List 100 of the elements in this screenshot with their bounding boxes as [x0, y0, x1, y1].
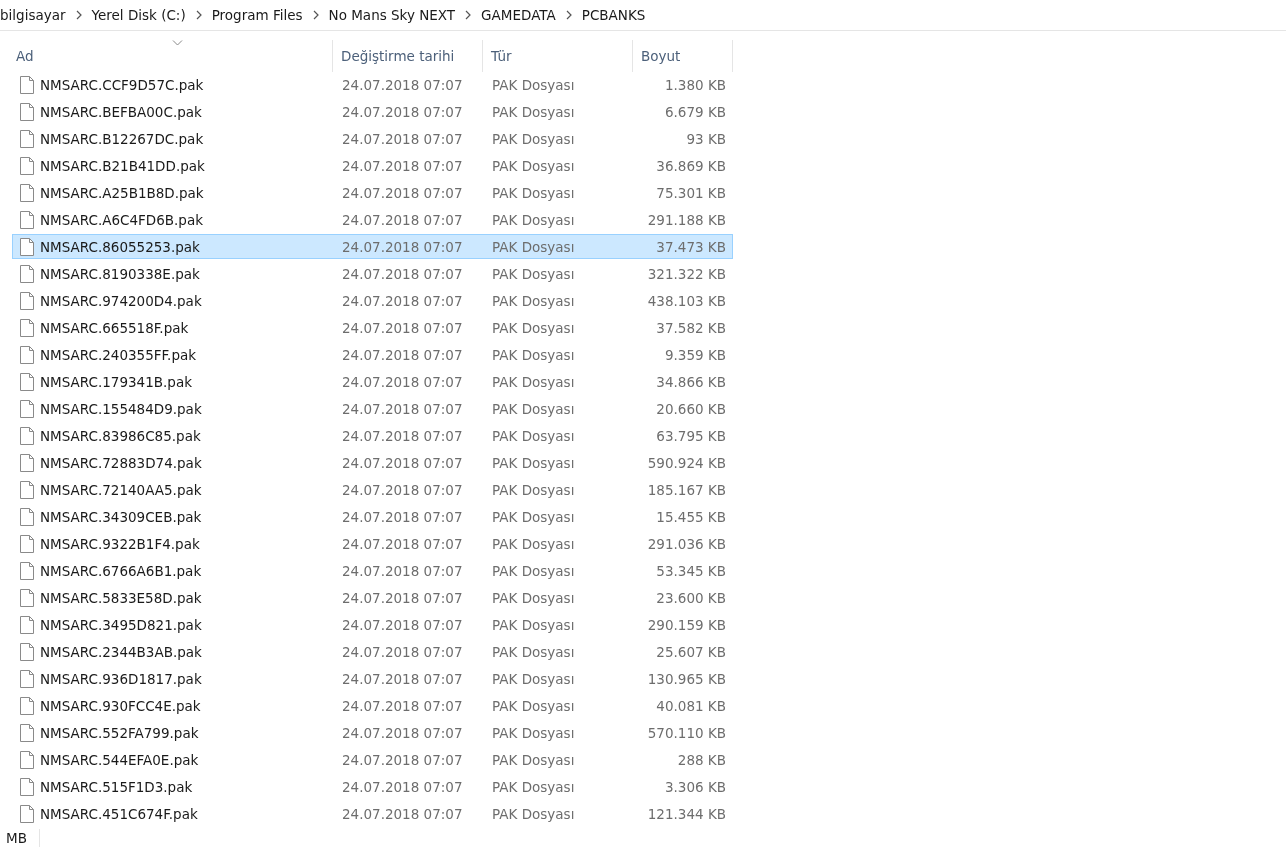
file-name: NMSARC.665518F.pak [40, 319, 189, 336]
file-size: 3.306 KB [663, 778, 727, 795]
file-row[interactable]: NMSARC.451C674F.pak 24.07.2018 07:07 PAK Dosyası 121.344 KB [12, 801, 733, 826]
column-header[interactable]: Değiştirme tarihi [333, 40, 483, 72]
file-name: NMSARC.552FA799.pak [40, 724, 199, 741]
status-size: MB [0, 829, 40, 847]
file-type: PAK Dosyası [491, 589, 576, 606]
column-header[interactable]: Tür [483, 40, 633, 72]
file-row[interactable]: NMSARC.974200D4.pak 24.07.2018 07:07 PAK Dosyası 438.103 KB [12, 288, 733, 313]
file-name: NMSARC.2344B3AB.pak [40, 643, 202, 660]
file-row[interactable]: NMSARC.240355FF.pak 24.07.2018 07:07 PAK Dosyası 9.359 KB [12, 342, 733, 367]
file-size: 36.869 KB [655, 157, 727, 174]
modified-date: 24.07.2018 07:07 [341, 157, 464, 174]
file-type: PAK Dosyası [491, 643, 576, 660]
file-name: NMSARC.A25B1B8D.pak [40, 184, 204, 201]
file-icon [20, 750, 34, 769]
file-size: 25.607 KB [655, 643, 727, 660]
file-row[interactable]: NMSARC.515F1D3.pak 24.07.2018 07:07 PAK Dosyası 3.306 KB [12, 774, 733, 799]
modified-date: 24.07.2018 07:07 [341, 427, 464, 444]
file-row[interactable]: NMSARC.155484D9.pak 24.07.2018 07:07 PAK Dosyası 20.660 KB [12, 396, 733, 421]
file-size: 290.159 KB [646, 616, 727, 633]
file-row[interactable]: NMSARC.2344B3AB.pak 24.07.2018 07:07 PAK Dosyası 25.607 KB [12, 639, 733, 664]
file-icon [20, 507, 34, 526]
file-icon [20, 129, 34, 148]
file-row[interactable]: NMSARC.72883D74.pak 24.07.2018 07:07 PAK Dosyası 590.924 KB [12, 450, 733, 475]
modified-date: 24.07.2018 07:07 [341, 454, 464, 471]
file-row[interactable]: NMSARC.179341B.pak 24.07.2018 07:07 PAK Dosyası 34.866 KB [12, 369, 733, 394]
column-header[interactable]: Ad [12, 40, 333, 72]
file-row[interactable]: NMSARC.B21B41DD.pak 24.07.2018 07:07 PAK Dosyası 36.869 KB [12, 153, 733, 178]
file-name: NMSARC.544EFA0E.pak [40, 751, 199, 768]
file-row[interactable]: NMSARC.A25B1B8D.pak 24.07.2018 07:07 PAK Dosyası 75.301 KB [12, 180, 733, 205]
file-type: PAK Dosyası [491, 76, 576, 93]
file-row[interactable]: NMSARC.34309CEB.pak 24.07.2018 07:07 PAK Dosyası 15.455 KB [12, 504, 733, 529]
column-header[interactable]: Boyut [633, 40, 733, 72]
file-type: PAK Dosyası [491, 454, 576, 471]
file-row[interactable]: NMSARC.9322B1F4.pak 24.07.2018 07:07 PAK Dosyası 291.036 KB [12, 531, 733, 556]
file-row[interactable]: NMSARC.936D1817.pak 24.07.2018 07:07 PAK Dosyası 130.965 KB [12, 666, 733, 691]
modified-date: 24.07.2018 07:07 [341, 346, 464, 363]
file-name: NMSARC.72140AA5.pak [40, 481, 202, 498]
file-type: PAK Dosyası [491, 508, 576, 525]
breadcrumb-item[interactable]: No Mans Sky NEXT [325, 7, 459, 23]
file-row[interactable]: NMSARC.A6C4FD6B.pak 24.07.2018 07:07 PAK Dosyası 291.188 KB [12, 207, 733, 232]
breadcrumb-item[interactable]: Program Files [208, 7, 306, 23]
file-row[interactable]: NMSARC.6766A6B1.pak 24.07.2018 07:07 PAK Dosyası 53.345 KB [12, 558, 733, 583]
file-row[interactable]: NMSARC.3495D821.pak 24.07.2018 07:07 PAK Dosyası 290.159 KB [12, 612, 733, 637]
file-name: NMSARC.515F1D3.pak [40, 778, 193, 795]
file-row[interactable]: NMSARC.665518F.pak 24.07.2018 07:07 PAK Dosyası 37.582 KB [12, 315, 733, 340]
modified-date: 24.07.2018 07:07 [341, 76, 464, 93]
file-size: 93 KB [685, 130, 727, 147]
modified-date: 24.07.2018 07:07 [341, 130, 464, 147]
file-row[interactable]: NMSARC.72140AA5.pak 24.07.2018 07:07 PAK Dosyası 185.167 KB [12, 477, 733, 502]
file-name: NMSARC.451C674F.pak [40, 805, 198, 822]
file-name: NMSARC.155484D9.pak [40, 400, 202, 417]
file-row[interactable]: NMSARC.5833E58D.pak 24.07.2018 07:07 PAK Dosyası 23.600 KB [12, 585, 733, 610]
file-type: PAK Dosyası [491, 427, 576, 444]
file-icon [20, 480, 34, 499]
file-icon [20, 777, 34, 796]
file-type: PAK Dosyası [491, 481, 576, 498]
modified-date: 24.07.2018 07:07 [341, 400, 464, 417]
file-name: NMSARC.936D1817.pak [40, 670, 202, 687]
file-icon [20, 399, 34, 418]
breadcrumb-item[interactable]: PCBANKS [578, 7, 649, 23]
file-type: PAK Dosyası [491, 535, 576, 552]
breadcrumb-item[interactable]: Yerel Disk (C:) [88, 7, 189, 23]
file-icon [20, 102, 34, 121]
modified-date: 24.07.2018 07:07 [341, 508, 464, 525]
file-row[interactable]: NMSARC.B12267DC.pak 24.07.2018 07:07 PAK Dosyası 93 KB [12, 126, 733, 151]
file-name: NMSARC.72883D74.pak [40, 454, 202, 471]
file-type: PAK Dosyası [491, 157, 576, 174]
modified-date: 24.07.2018 07:07 [341, 724, 464, 741]
file-name: NMSARC.930FCC4E.pak [40, 697, 201, 714]
file-row[interactable]: NMSARC.8190338E.pak 24.07.2018 07:07 PAK Dosyası 321.322 KB [12, 261, 733, 286]
file-type: PAK Dosyası [491, 373, 576, 390]
file-row[interactable]: NMSARC.544EFA0E.pak 24.07.2018 07:07 PAK Dosyası 288 KB [12, 747, 733, 772]
file-icon [20, 615, 34, 634]
file-type: PAK Dosyası [491, 400, 576, 417]
file-size: 23.600 KB [655, 589, 727, 606]
file-type: PAK Dosyası [491, 697, 576, 714]
file-type: PAK Dosyası [491, 751, 576, 768]
file-name: NMSARC.9322B1F4.pak [40, 535, 200, 552]
modified-date: 24.07.2018 07:07 [341, 238, 464, 255]
file-name: NMSARC.974200D4.pak [40, 292, 202, 309]
file-name: NMSARC.CCF9D57C.pak [40, 76, 204, 93]
file-name: NMSARC.5833E58D.pak [40, 589, 202, 606]
file-row[interactable]: NMSARC.CCF9D57C.pak 24.07.2018 07:07 PAK Dosyası 1.380 KB [12, 72, 733, 97]
file-icon [20, 264, 34, 283]
modified-date: 24.07.2018 07:07 [341, 265, 464, 282]
file-row[interactable]: NMSARC.83986C85.pak 24.07.2018 07:07 PAK Dosyası 63.795 KB [12, 423, 733, 448]
file-name: NMSARC.B21B41DD.pak [40, 157, 205, 174]
file-icon [20, 453, 34, 472]
modified-date: 24.07.2018 07:07 [341, 616, 464, 633]
file-row[interactable]: NMSARC.86055253.pak 24.07.2018 07:07 PAK Dosyası 37.473 KB [12, 234, 733, 259]
file-row[interactable]: NMSARC.930FCC4E.pak 24.07.2018 07:07 PAK Dosyası 40.081 KB [12, 693, 733, 718]
file-size: 321.322 KB [646, 265, 727, 282]
modified-date: 24.07.2018 07:07 [341, 211, 464, 228]
breadcrumb-item[interactable]: GAMEDATA [478, 7, 559, 23]
file-type: PAK Dosyası [491, 670, 576, 687]
file-row[interactable]: NMSARC.BEFBA00C.pak 24.07.2018 07:07 PAK Dosyası 6.679 KB [12, 99, 733, 124]
breadcrumb-item[interactable]: bilgisayar [0, 7, 69, 23]
file-row[interactable]: NMSARC.552FA799.pak 24.07.2018 07:07 PAK Dosyası 570.110 KB [12, 720, 733, 745]
